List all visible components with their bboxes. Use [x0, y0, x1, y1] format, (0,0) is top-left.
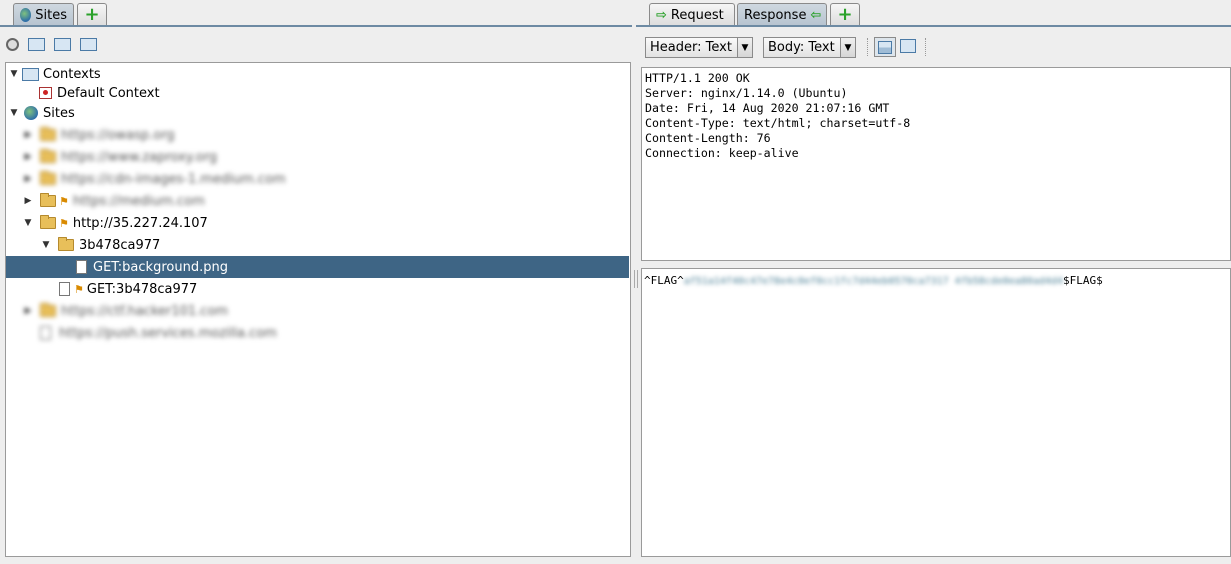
flag-icon: ⚑ — [59, 216, 69, 230]
header-line: Connection: keep-alive — [645, 146, 799, 160]
tree-host[interactable]: ▼ ⚑ http://35.227.24.107 — [22, 212, 208, 234]
sites-label: Sites — [43, 105, 75, 121]
contexts-icon — [22, 67, 39, 81]
tab-request[interactable]: ⇨ Request — [649, 3, 735, 26]
chevron-down-icon[interactable]: ▼ — [840, 38, 855, 57]
flag-value-blurred: af51a14f40c47e78e4c0ef0cc1fc7d44eb0570ca… — [683, 276, 1064, 287]
folder-label: 3b478ca977 — [79, 237, 161, 253]
collapsed-arrow-icon[interactable]: ▶ — [22, 306, 34, 316]
folder-icon — [40, 149, 56, 163]
export-context-icon[interactable] — [80, 37, 97, 51]
tab-response-label: Response — [744, 7, 807, 23]
header-view-dropdown[interactable]: Header: Text ▼ — [645, 37, 753, 58]
expand-arrow-icon[interactable]: ▼ — [22, 218, 34, 228]
import-context-icon[interactable] — [54, 37, 71, 51]
selected-item-label: GET:background.png — [93, 259, 228, 275]
header-line: Content-Type: text/html; charset=utf-8 — [645, 116, 911, 130]
arrow-right-icon: ⇨ — [656, 7, 667, 23]
tree-site-blurred[interactable]: ▶ https://ctf.hacker101.com — [22, 300, 228, 322]
site-label: https://cdn-images-1.medium.com — [61, 171, 286, 187]
body-line: ^FLAG^af51a14f40c47e78e4c0ef0cc1fc7d44eb… — [644, 273, 1103, 288]
expand-arrow-icon[interactable]: ▼ — [8, 69, 20, 79]
tree-site-blurred[interactable]: ▶ ⚑ https://medium.com — [22, 190, 205, 212]
folder-icon — [40, 171, 56, 185]
header-view-value: Header: Text — [650, 40, 732, 55]
chevron-down-icon[interactable]: ▼ — [737, 38, 752, 57]
tree-default-context[interactable]: Default Context — [39, 82, 160, 104]
folder-icon — [40, 303, 56, 317]
contexts-label: Contexts — [43, 66, 101, 82]
tree-site-blurred[interactable]: ▶ https://owasp.org — [22, 124, 175, 146]
tree-sites[interactable]: ▼ Sites — [8, 102, 75, 124]
body-view-value: Body: Text — [768, 40, 835, 55]
site-label: https://ctf.hacker101.com — [61, 303, 229, 319]
pane-splitter[interactable] — [634, 270, 638, 288]
sites-tree-panel[interactable]: ▼ Contexts Default Context ▼ Sites ▶ htt… — [5, 62, 631, 557]
folder-open-icon — [40, 215, 56, 229]
plus-icon: + — [84, 4, 100, 25]
split-vertical-button[interactable] — [874, 37, 896, 57]
site-label: https://www.zaproxy.org — [61, 149, 218, 165]
folder-icon — [40, 193, 56, 207]
split-horizontal-button[interactable] — [900, 39, 916, 53]
tree-item-selected[interactable]: GET:background.png — [6, 256, 629, 278]
globe-icon — [24, 106, 38, 120]
tree-item[interactable]: ⚑ GET:3b478ca977 — [59, 278, 197, 300]
collapsed-arrow-icon[interactable]: ▶ — [22, 152, 34, 162]
left-tab-underline — [0, 25, 632, 27]
item-label: GET:3b478ca977 — [86, 281, 198, 297]
file-icon — [40, 326, 51, 340]
header-line: HTTP/1.1 200 OK — [645, 71, 750, 85]
tree-site-blurred[interactable]: ▶ https://cdn-images-1.medium.com — [22, 168, 286, 190]
tree-folder[interactable]: ▼ 3b478ca977 — [40, 234, 160, 256]
file-icon — [59, 282, 70, 296]
site-label: https://push.services.mozilla.com — [59, 325, 277, 341]
collapsed-arrow-icon[interactable]: ▶ — [22, 174, 34, 184]
target-icon[interactable] — [6, 37, 19, 51]
expand-arrow-icon[interactable]: ▼ — [8, 108, 20, 118]
response-header-pane[interactable]: HTTP/1.1 200 OK Server: nginx/1.14.0 (Ub… — [641, 67, 1231, 261]
arrow-left-icon: ⇦ — [810, 7, 822, 23]
context-icon — [39, 87, 52, 99]
add-tab-button[interactable]: + — [830, 3, 860, 26]
add-tab-button[interactable]: + — [77, 3, 107, 26]
right-tab-underline — [636, 25, 1231, 27]
new-context-icon[interactable] — [28, 37, 45, 51]
site-label: https://owasp.org — [61, 127, 175, 143]
folder-icon — [40, 127, 56, 141]
response-body-pane[interactable]: ^FLAG^af51a14f40c47e78e4c0ef0cc1fc7d44eb… — [641, 268, 1231, 557]
flag-icon: ⚑ — [59, 194, 69, 208]
tree-site-blurred[interactable]: ▶ https://www.zaproxy.org — [22, 146, 217, 168]
header-line: Server: nginx/1.14.0 (Ubuntu) — [645, 86, 848, 100]
flag-prefix: ^FLAG^ — [644, 274, 684, 287]
collapsed-arrow-icon[interactable]: ▶ — [22, 196, 34, 206]
flag-icon: ⚑ — [74, 282, 84, 296]
tab-response[interactable]: Response ⇦ — [737, 3, 827, 26]
plus-icon: + — [837, 4, 853, 25]
tab-request-label: Request — [670, 7, 724, 23]
header-line: Content-Length: 76 — [645, 131, 771, 145]
separator — [925, 38, 926, 56]
separator — [867, 38, 868, 56]
collapsed-arrow-icon[interactable]: ▶ — [22, 130, 34, 140]
host-label: http://35.227.24.107 — [72, 215, 208, 231]
default-context-label: Default Context — [57, 85, 160, 101]
folder-open-icon — [58, 237, 74, 251]
tab-sites[interactable]: Sites — [13, 3, 74, 26]
file-icon — [76, 260, 87, 274]
expand-arrow-icon[interactable]: ▼ — [40, 240, 52, 250]
site-label: https://medium.com — [72, 193, 205, 209]
tree-site-blurred[interactable]: https://push.services.mozilla.com — [40, 322, 277, 344]
flag-suffix: $FLAG$ — [1063, 274, 1103, 287]
left-toolbar — [6, 35, 97, 53]
tab-sites-label: Sites — [35, 7, 67, 23]
body-view-dropdown[interactable]: Body: Text ▼ — [763, 37, 856, 58]
header-line: Date: Fri, 14 Aug 2020 21:07:16 GMT — [645, 101, 890, 115]
layout-split-icon — [878, 40, 892, 54]
globe-icon — [20, 8, 32, 22]
